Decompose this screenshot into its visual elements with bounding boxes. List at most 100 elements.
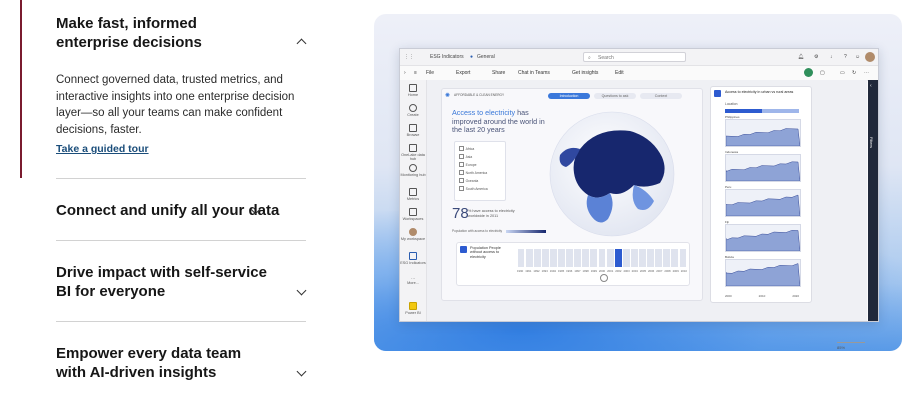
timeline-year-label: 2006 [648, 269, 655, 273]
refresh-icon[interactable]: ↻ [852, 70, 856, 76]
timeline-bar[interactable] [606, 249, 614, 267]
avatar[interactable] [865, 52, 875, 62]
edit-button[interactable]: Edit [615, 70, 624, 76]
timeline-bar[interactable] [590, 249, 598, 267]
rail-my-workspace[interactable]: My workspace [400, 228, 426, 241]
rail-more[interactable]: ⋯ More... [400, 276, 426, 285]
filters-pane[interactable]: ‹ Filters [868, 80, 878, 321]
rail-browse[interactable]: Browse [400, 124, 426, 137]
chevron-down-icon[interactable] [296, 285, 307, 296]
timeline-bar[interactable] [630, 249, 638, 267]
country-area-chart[interactable] [725, 119, 801, 147]
location-filter[interactable]: Location [725, 102, 737, 106]
search-input[interactable]: ⌕ Search [583, 52, 686, 62]
region-checkbox[interactable]: South America [459, 186, 488, 191]
toggle-urban[interactable] [725, 109, 762, 113]
region-checkbox[interactable]: Africa [459, 146, 475, 151]
country-area-chart[interactable] [725, 154, 801, 182]
comment-icon[interactable]: ▭ [840, 70, 845, 76]
rail-esg-indicators[interactable]: ESG Indicators [400, 252, 426, 265]
region-checkbox[interactable]: Asia [459, 154, 473, 159]
access-stat-text: % have access to electricity worldwide i… [468, 209, 515, 218]
workspace-label[interactable]: General [477, 54, 495, 60]
tab-questions[interactable]: Questions to ask [594, 93, 636, 99]
timeline-bar[interactable] [533, 249, 541, 267]
chevron-left-icon[interactable]: ‹ [870, 83, 872, 89]
accordion-title[interactable]: Make fast, informed enterprise decisions [56, 14, 271, 52]
rail-create[interactable]: Create [400, 104, 426, 117]
timeline-year-label: 2005 [639, 269, 647, 273]
timeline-bar[interactable] [671, 249, 679, 267]
timeline-bar[interactable] [525, 249, 533, 267]
timeline-bar[interactable] [655, 249, 663, 267]
download-icon[interactable]: ↓ [830, 54, 833, 60]
feedback-icon[interactable]: ☺ [855, 54, 860, 60]
timeline-bar[interactable] [558, 249, 565, 267]
window-titlebar: ⋮⋮ ESG Indicators ● General ⌕ Search 🔔︎ … [400, 49, 878, 66]
timeline-bar[interactable] [639, 249, 646, 267]
access-stat-value: 78 [452, 205, 469, 222]
region-checkbox[interactable]: Oceania [459, 178, 479, 183]
rail-workspaces[interactable]: Workspaces [400, 208, 426, 221]
panel-toggle[interactable] [725, 109, 799, 113]
chevron-down-icon[interactable] [296, 366, 307, 377]
timeline-bar[interactable] [614, 249, 622, 267]
timeline-bar[interactable] [598, 249, 606, 267]
timeline-bars[interactable] [517, 249, 687, 267]
region-checkbox[interactable]: North America [459, 170, 487, 175]
region-filter[interactable]: Africa Asia Europe North America Oceania… [454, 141, 506, 201]
globe-map[interactable] [542, 109, 682, 239]
file-menu[interactable]: File [426, 70, 434, 76]
rail-monitoring[interactable]: Monitoring hub [400, 164, 426, 177]
app-grid-icon[interactable]: ⋮⋮ [404, 54, 414, 60]
rail-onelake[interactable]: OneLake data hub [400, 144, 426, 161]
timeline-card[interactable]: Population People without access to elec… [456, 242, 690, 286]
folder-icon [409, 124, 417, 132]
accordion-title[interactable]: Empower every data team with AI-driven i… [56, 344, 271, 382]
toggle-rural[interactable] [762, 109, 799, 113]
timeline-slider-handle[interactable] [600, 274, 608, 282]
rail-metrics[interactable]: Metrics [400, 188, 426, 201]
timeline-bar[interactable] [622, 249, 630, 267]
accordion-title[interactable]: Drive impact with self-service BI for ev… [56, 263, 271, 301]
help-icon[interactable]: ? [844, 54, 847, 60]
timeline-bar[interactable] [663, 249, 671, 267]
accordion-item-enterprise-decisions[interactable]: Make fast, informed enterprise decisions [56, 14, 307, 52]
panel-title: Access to electricity in urban vs rural … [725, 90, 794, 94]
user-badge[interactable] [804, 68, 813, 77]
chevron-up-icon[interactable] [296, 38, 307, 49]
timeline-bar[interactable] [679, 249, 687, 267]
timeline-bar[interactable] [647, 249, 654, 267]
accordion-item-ai-insights[interactable]: Empower every data team with AI-driven i… [56, 344, 307, 382]
bell-icon[interactable]: 🔔︎ [798, 54, 804, 60]
timeline-bar[interactable] [549, 249, 557, 267]
accordion-title[interactable]: Connect and unify all your data [56, 201, 306, 220]
rail-powerbi[interactable]: Power BI [400, 302, 426, 315]
timeline-bar[interactable] [582, 249, 590, 267]
view-icon[interactable]: ▢ [820, 70, 825, 76]
rail-home[interactable]: Home [400, 84, 426, 97]
timeline-year-label: 2009 [672, 269, 679, 273]
timeline-bar[interactable] [566, 249, 574, 267]
tab-introduction[interactable]: Introduction [548, 93, 590, 99]
country-area-chart[interactable] [725, 259, 801, 287]
timeline-bar[interactable] [517, 249, 525, 267]
timeline-bar[interactable] [574, 249, 582, 267]
guided-tour-link[interactable]: Take a guided tour [56, 143, 149, 155]
get-insights-button[interactable]: Get insights [572, 70, 598, 76]
gear-icon[interactable]: ⚙ [814, 54, 818, 60]
country-area-chart[interactable] [725, 189, 801, 217]
timeline-bar[interactable] [541, 249, 549, 267]
menu-icon[interactable]: ≡ [414, 70, 417, 76]
more-options-icon[interactable]: ⋯ [864, 70, 869, 76]
chat-in-teams-button[interactable]: Chat in Teams [518, 70, 550, 76]
region-checkbox[interactable]: Europe [459, 162, 477, 167]
accordion-item-connect-data[interactable]: Connect and unify all your data [56, 201, 306, 220]
accordion-item-self-service-bi[interactable]: Drive impact with self-service BI for ev… [56, 263, 307, 301]
share-button[interactable]: Share [492, 70, 505, 76]
zoom-level[interactable]: 85% [837, 340, 868, 350]
export-menu[interactable]: Export [456, 70, 470, 76]
country-area-chart[interactable] [725, 224, 801, 252]
collapse-icon[interactable]: › [404, 70, 406, 76]
tab-context[interactable]: Context [640, 93, 682, 99]
